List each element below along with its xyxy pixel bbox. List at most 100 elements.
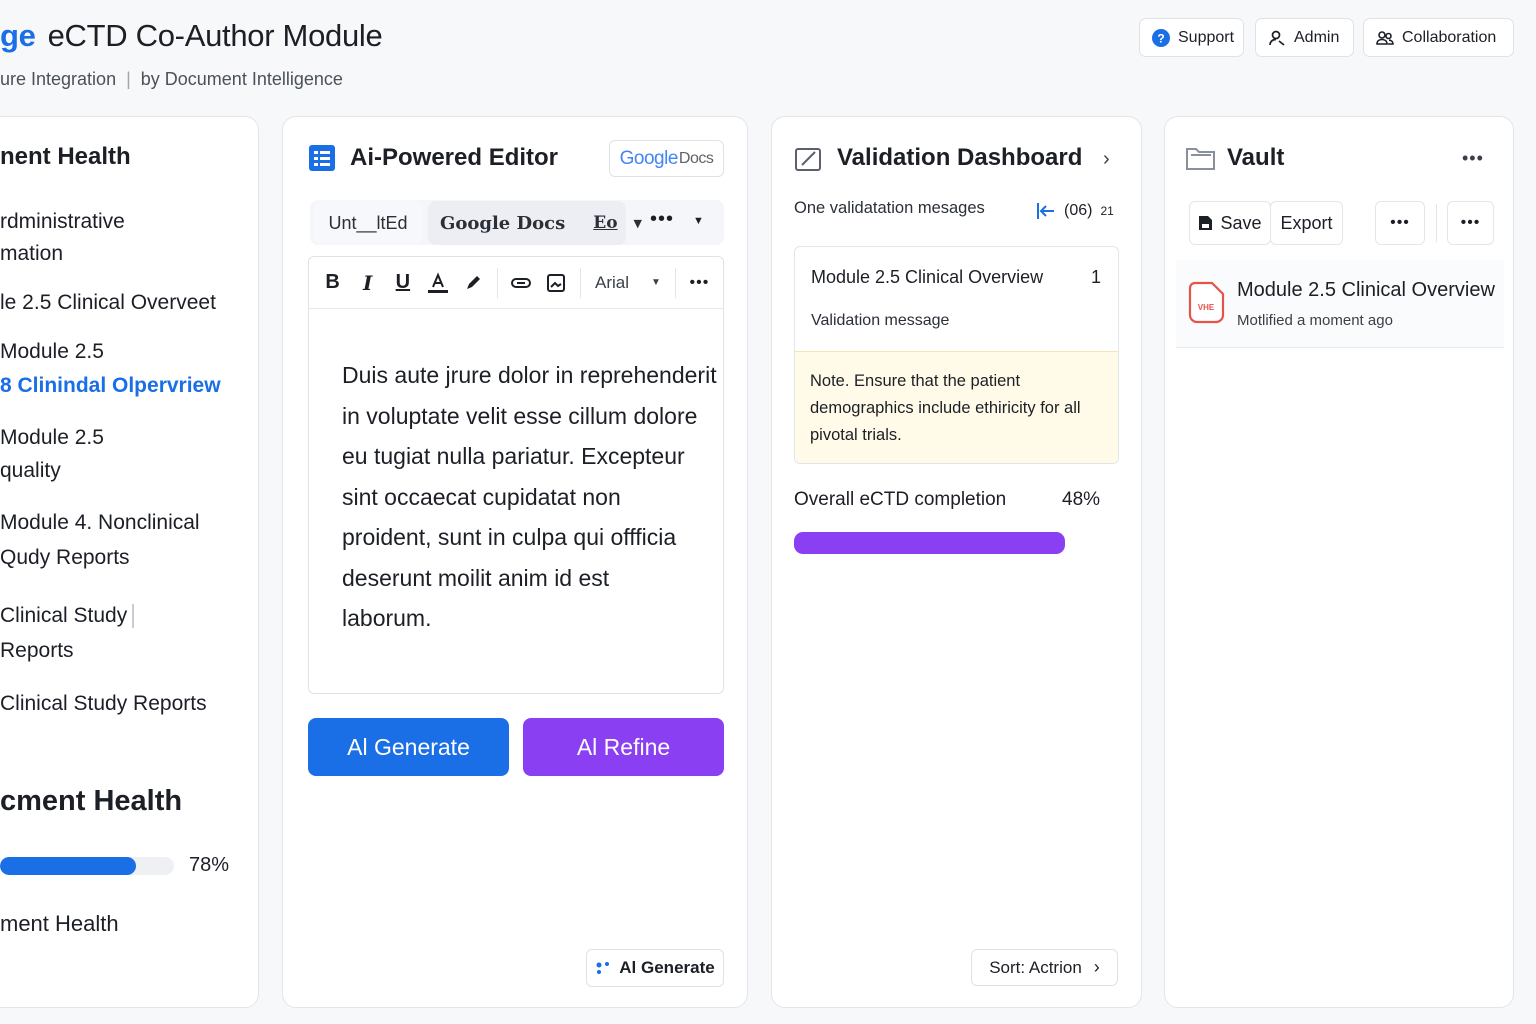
document-health-footer: ment Health — [0, 911, 119, 936]
document-health-heading: cment Health — [0, 785, 183, 817]
chevron-down-icon: ▼ — [633, 216, 643, 230]
more-icon[interactable]: ••• — [1462, 148, 1484, 169]
validation-card-count: 1 — [1090, 267, 1101, 287]
text-cursor — [132, 604, 134, 628]
vault-panel — [1164, 116, 1514, 1008]
user-icon — [1269, 30, 1285, 46]
collapse-left-icon — [1037, 203, 1054, 219]
highlight-button[interactable] — [456, 264, 491, 301]
vault-file-row[interactable]: VHE Module 2.5 Clinical Overview Motlifi… — [1176, 260, 1504, 348]
more-icon[interactable]: ••• — [650, 208, 674, 231]
font-select-value: Arial — [595, 272, 630, 292]
nav-item-quality[interactable]: quality — [0, 454, 61, 487]
docs-wordmark: Docs — [678, 149, 714, 167]
body-line: laborum. — [342, 605, 432, 631]
tab-google-docs-label: Google Docs — [440, 212, 566, 234]
editor-title: Ai-Powered Editor — [350, 144, 559, 171]
support-button[interactable]: ? Support — [1139, 18, 1244, 57]
svg-text:?: ? — [1157, 31, 1164, 45]
image-button[interactable] — [539, 264, 574, 301]
validation-note: Note. Ensure that the patient demographi… — [795, 351, 1118, 463]
editor-body[interactable]: Duis aute jrure dolor in reprehenderit i… — [342, 355, 717, 639]
validation-card[interactable]: Module 2.5 Clinical Overview 1 Validatio… — [794, 246, 1119, 464]
completion-label: Overall eCTD completion — [794, 489, 1007, 510]
editor-area[interactable]: B I U Arial ▼ ••• Duis aute jrure dolor … — [308, 256, 724, 694]
validation-counter-value: (06) — [1064, 202, 1093, 219]
tab-untitled[interactable]: Unt__ltEd — [314, 201, 422, 245]
health-progress-bar — [0, 857, 174, 875]
nav-item-module-4[interactable]: Module 4. Nonclinical — [0, 506, 200, 539]
health-progress-fill — [0, 857, 136, 875]
sort-button[interactable]: Sort: Actrion › — [971, 949, 1118, 986]
subtitle: ure Integration | by Document Intelligence — [0, 69, 343, 90]
tab-google-docs[interactable]: Google Docs Eo ▼ — [428, 201, 642, 245]
collaboration-button[interactable]: Collaboration — [1363, 18, 1514, 57]
nav-item-module-2-5-quality[interactable]: Module 2.5 — [0, 421, 104, 454]
save-button[interactable]: Save — [1189, 201, 1271, 245]
nav-item-clinical-overview[interactable]: le 2.5 Clinical Overveet — [0, 286, 216, 319]
body-line: Duis aute jrure dolor in reprehenderit — [342, 362, 717, 388]
google-docs-badge[interactable]: Google Docs — [609, 140, 724, 177]
help-icon: ? — [1152, 28, 1170, 47]
italic-button[interactable]: I — [350, 264, 385, 301]
nav-item-administrative[interactable]: rdministrative — [0, 205, 125, 238]
vault-title: Vault — [1227, 144, 1285, 171]
subtitle-integration: ure Integration — [0, 69, 117, 89]
file-name: Module 2.5 Clinical Overview — [1237, 279, 1495, 301]
chevron-down-icon: ▼ — [651, 277, 661, 288]
image-icon — [547, 273, 566, 292]
nav-item-module-2-5[interactable]: Module 2.5 — [0, 335, 104, 368]
support-label: Support — [1178, 28, 1235, 46]
save-icon — [1199, 216, 1213, 230]
nav-item-reports[interactable]: Reports — [0, 634, 74, 667]
subtitle-separator: | — [126, 69, 131, 89]
completion-progress-fill — [794, 532, 1066, 554]
google-wordmark: Google — [619, 147, 679, 169]
left-panel-title: nent Health — [0, 143, 131, 170]
nav-item-active-clinical-overview[interactable]: 8 Clinindal Olpervriew — [0, 369, 221, 402]
validation-counter-small: 21 — [1100, 204, 1114, 218]
subtitle-by: by Document Intelligence — [140, 69, 343, 89]
file-icon-text: VHE — [1198, 303, 1215, 312]
toolbar-divider — [496, 267, 498, 298]
validation-card-title: Module 2.5 Clinical Overview — [811, 267, 1044, 287]
export-button[interactable]: Export — [1270, 201, 1343, 245]
ai-generate-small-button[interactable]: Al Generate — [586, 949, 724, 987]
body-line: sint occaecat cupidatat non — [342, 483, 621, 510]
validation-title: Validation Dashboard — [837, 144, 1083, 171]
folder-icon — [1186, 148, 1215, 170]
admin-button[interactable]: Admin — [1255, 18, 1354, 57]
body-line: in voluptate velit esse cillum dolore — [342, 402, 698, 429]
more-icon[interactable]: ••• — [1447, 201, 1494, 245]
chevron-down-icon[interactable]: ▼ — [693, 215, 704, 227]
link-button[interactable] — [504, 264, 539, 301]
nav-item-clinical-study-reports[interactable]: Clinical Study Reports — [0, 687, 207, 720]
font-select[interactable]: Arial ▼ — [587, 273, 669, 293]
bold-button[interactable]: B — [315, 264, 350, 301]
nav-item-clinical-study[interactable]: Clinical Study — [0, 599, 127, 632]
sparkle-icon — [596, 962, 610, 974]
more-icon[interactable]: ••• — [682, 264, 717, 301]
more-icon[interactable]: ••• — [1375, 201, 1425, 245]
ai-generate-button[interactable]: Al Generate — [308, 718, 509, 776]
underline-button[interactable]: U — [385, 264, 420, 301]
divider — [1436, 204, 1437, 242]
link-icon — [511, 277, 532, 288]
toolbar-divider — [580, 267, 581, 298]
nav-item-study-reports[interactable]: Qudy Reports — [0, 541, 130, 574]
admin-label: Admin — [1294, 28, 1340, 46]
chevron-right-icon[interactable]: › — [1103, 148, 1110, 171]
save-label: Save — [1220, 212, 1262, 233]
validation-counter[interactable]: (06) 21 — [1036, 202, 1114, 220]
pen-icon — [467, 275, 481, 289]
ai-refine-button[interactable]: Al Refine — [523, 718, 724, 776]
format-toolbar: B I U Arial ▼ ••• — [309, 257, 723, 309]
file-meta: Motlified a moment ago — [1237, 312, 1393, 329]
body-line: proident, sunt in culpa qui offficia — [342, 524, 677, 550]
brand-prefix: ge — [0, 18, 36, 53]
body-line: eu tugiat nulla pariatur. Excepteur — [342, 443, 685, 469]
collaboration-label: Collaboration — [1402, 28, 1497, 46]
app-title: ge eCTD Co-Author Module — [0, 18, 383, 54]
text-color-button[interactable] — [420, 264, 455, 301]
nav-item-administrative-cont[interactable]: mation — [0, 237, 63, 270]
